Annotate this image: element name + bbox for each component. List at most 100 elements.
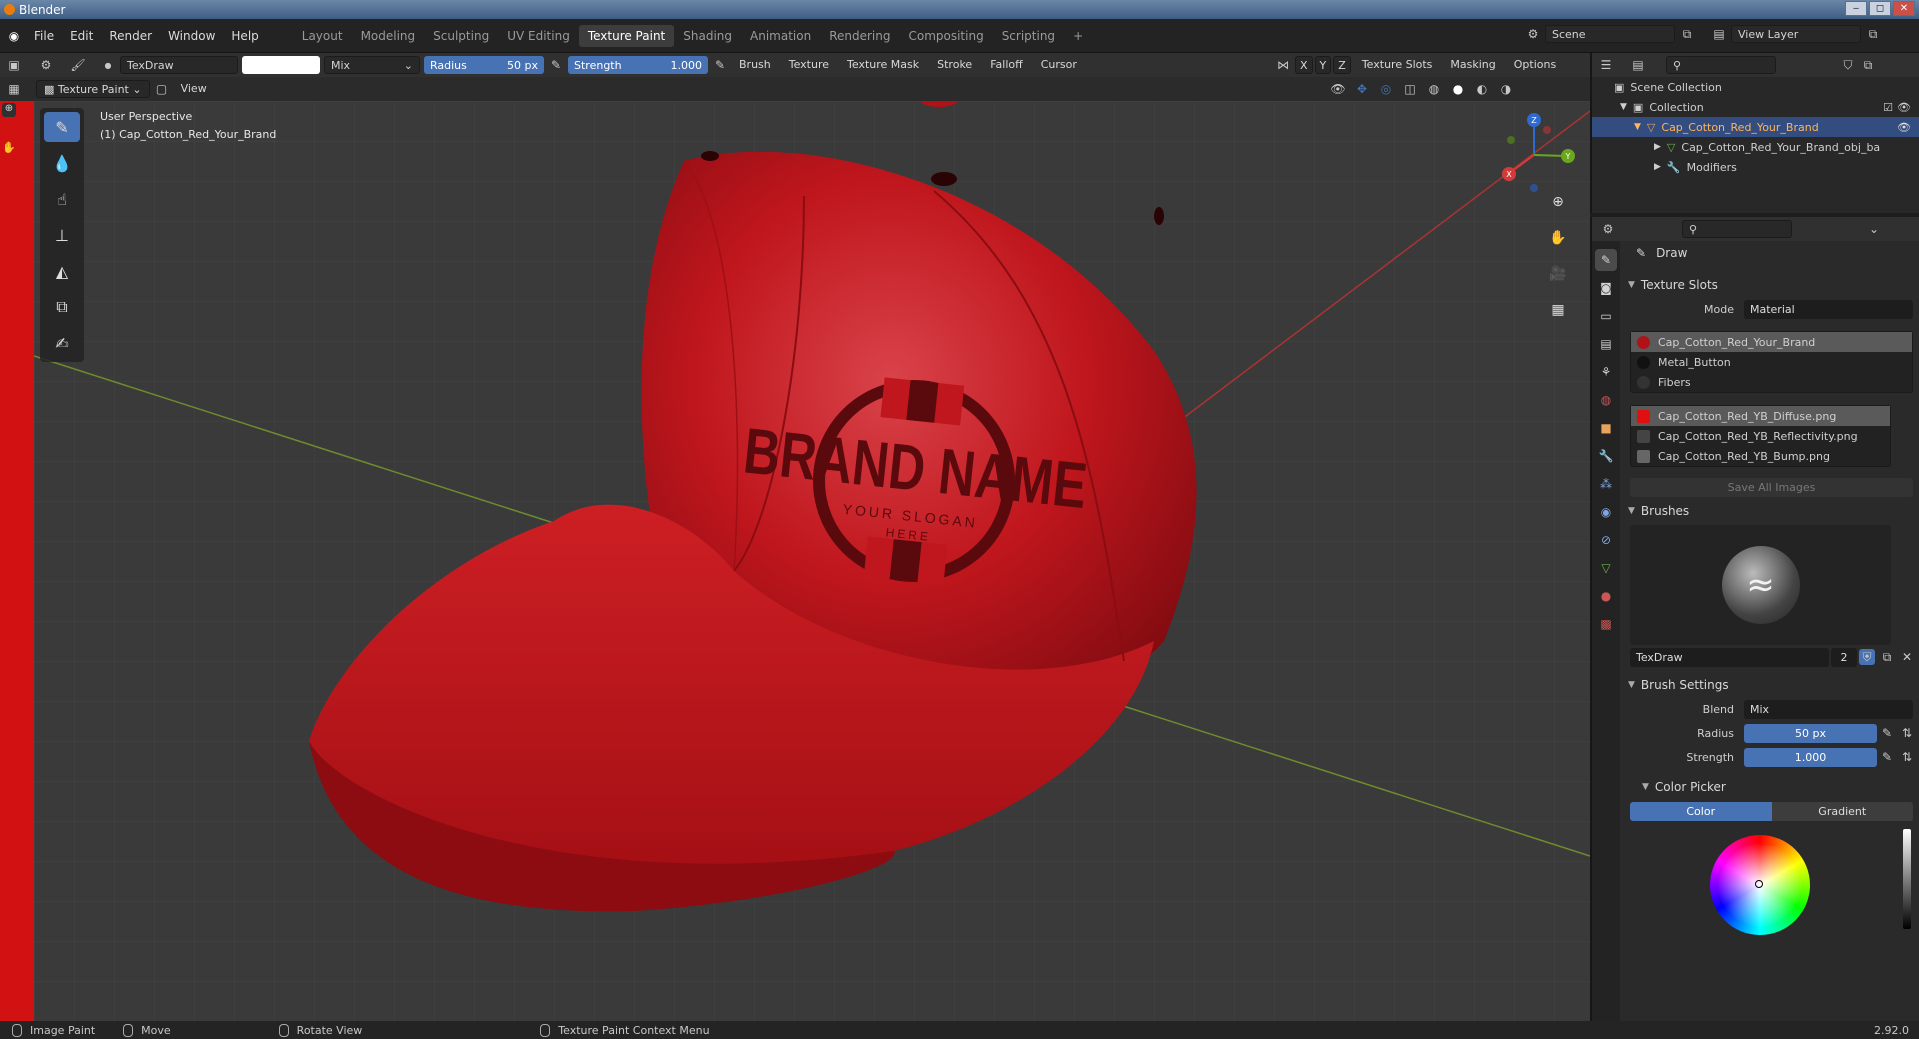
outliner-search-input[interactable]: ⚲ <box>1666 56 1776 74</box>
radius-slider[interactable]: Radius 50 px <box>424 56 544 74</box>
editor-type-icon[interactable]: ⚙ <box>1600 221 1616 237</box>
tab-texture[interactable]: ▩ <box>1595 613 1617 635</box>
menu-help[interactable]: Help <box>223 25 266 47</box>
brush-icon[interactable]: 🖌 <box>70 57 86 73</box>
hand-icon[interactable]: ✋ <box>2 141 16 155</box>
wireframe-shading-icon[interactable]: ◍ <box>1426 81 1442 97</box>
mask-tool-button[interactable]: ⧉ <box>44 292 80 322</box>
outliner-object-row[interactable]: ▼ ▽ Cap_Cotton_Red_Your_Brand 👁 <box>1592 117 1919 137</box>
brush-color-swatch[interactable] <box>242 56 320 74</box>
rendered-shading-icon[interactable]: ◑ <box>1498 81 1514 97</box>
filter-icon[interactable]: ⛉ <box>1840 57 1856 73</box>
brush-name-field[interactable]: TexDraw <box>1630 647 1829 667</box>
camera-view-icon[interactable]: 🎥 <box>1546 262 1570 286</box>
radius-pressure-icon[interactable]: ✎ <box>548 57 564 73</box>
tab-object[interactable]: ■ <box>1595 417 1617 439</box>
editor-type-icon[interactable]: ▦ <box>6 81 22 97</box>
color-picker-panel-header[interactable]: ▼ Color Picker <box>1624 775 1919 799</box>
clone-tool-button[interactable]: ⊥ <box>44 220 80 250</box>
zoom-icon[interactable]: ⊕ <box>2 103 16 117</box>
tab-output[interactable]: ▭ <box>1595 305 1617 327</box>
falloff-menu[interactable]: Falloff <box>983 56 1029 74</box>
smear-tool-button[interactable]: ☝ <box>44 184 80 214</box>
color-wheel-cursor[interactable] <box>1755 880 1763 888</box>
tab-world[interactable]: ◍ <box>1595 389 1617 411</box>
tab-material[interactable]: ● <box>1595 585 1617 607</box>
pan-view-icon[interactable]: ✋ <box>1546 226 1570 250</box>
navigation-gizmo[interactable]: Z Y X <box>1489 110 1579 200</box>
brush-preview[interactable]: ≈ <box>1630 525 1891 645</box>
mode-dropdown[interactable]: Material <box>1744 299 1913 319</box>
outliner-collection[interactable]: ▼ ▣ Collection ☑ 👁 <box>1592 97 1919 117</box>
duplicate-icon[interactable]: ⧉ <box>1879 649 1895 665</box>
texture-slots-panel-header[interactable]: ▼ Texture Slots <box>1624 273 1919 297</box>
value-slider[interactable] <box>1903 829 1911 929</box>
tab-modeling[interactable]: Modeling <box>352 25 425 47</box>
tab-render[interactable]: ◙ <box>1595 277 1617 299</box>
cursor-menu[interactable]: Cursor <box>1034 56 1084 74</box>
mirror-z-toggle[interactable]: Z <box>1333 56 1351 74</box>
texture-mask-menu[interactable]: Texture Mask <box>840 56 926 74</box>
blender-menu-icon[interactable]: ◉ <box>6 28 22 44</box>
options-menu[interactable]: Options <box>1507 56 1563 74</box>
brush-settings-panel-header[interactable]: ▼ Brush Settings <box>1624 673 1919 697</box>
view-menu[interactable]: View <box>174 80 214 98</box>
strength-slider[interactable]: 1.000 <box>1744 747 1877 767</box>
tab-scripting[interactable]: Scripting <box>993 25 1064 47</box>
texture-menu[interactable]: Texture <box>782 56 836 74</box>
add-workspace-button[interactable]: + <box>1064 25 1092 47</box>
tab-shading[interactable]: Shading <box>674 25 741 47</box>
brushes-panel-header[interactable]: ▼ Brushes <box>1624 499 1919 523</box>
unified-strength-icon[interactable]: ⇅ <box>1899 749 1915 765</box>
brush-name-field[interactable]: TexDraw <box>120 56 238 74</box>
tab-scene[interactable]: ⚘ <box>1595 361 1617 383</box>
xray-toggle-icon[interactable]: ◫ <box>1402 81 1418 97</box>
menu-edit[interactable]: Edit <box>62 25 101 47</box>
fill-tool-button[interactable]: ◭ <box>44 256 80 286</box>
tab-uv-editing[interactable]: UV Editing <box>498 25 579 47</box>
paint-mask-icon[interactable]: ▢ <box>154 81 170 97</box>
save-all-images-button[interactable]: Save All Images <box>1630 477 1913 497</box>
solid-shading-icon[interactable]: ● <box>1450 81 1466 97</box>
stroke-menu[interactable]: Stroke <box>930 56 979 74</box>
ortho-toggle-icon[interactable]: ▦ <box>1546 298 1570 322</box>
brush-users-count[interactable]: 2 <box>1831 647 1857 667</box>
eye-icon[interactable]: 👁 <box>1897 121 1911 134</box>
maximize-button[interactable]: ◻ <box>1869 1 1891 16</box>
material-shading-icon[interactable]: ◐ <box>1474 81 1490 97</box>
soften-tool-button[interactable]: 💧 <box>44 148 80 178</box>
strength-slider[interactable]: Strength 1.000 <box>568 56 708 74</box>
annotate-tool-button[interactable]: ✍ <box>44 328 80 358</box>
tab-compositing[interactable]: Compositing <box>899 25 992 47</box>
tab-texture-paint[interactable]: Texture Paint <box>578 24 675 47</box>
draw-tool-button[interactable]: ✎ <box>44 112 80 142</box>
properties-search-input[interactable]: ⚲ <box>1682 220 1792 238</box>
texture-slots-menu[interactable]: Texture Slots <box>1355 56 1440 74</box>
new-scene-icon[interactable]: ⧉ <box>1679 26 1695 42</box>
new-view-layer-icon[interactable]: ⧉ <box>1865 26 1881 42</box>
unlink-icon[interactable]: ✕ <box>1899 649 1915 665</box>
radius-slider[interactable]: 50 px <box>1744 723 1877 743</box>
tab-data[interactable]: ▽ <box>1595 557 1617 579</box>
image-slot-item[interactable]: Cap_Cotton_Red_YB_Reflectivity.png <box>1631 426 1890 446</box>
color-wheel[interactable] <box>1710 835 1810 935</box>
tab-constraints[interactable]: ⊘ <box>1595 529 1617 551</box>
brush-menu[interactable]: Brush <box>732 56 778 74</box>
display-mode-icon[interactable]: ▤ <box>1630 57 1646 73</box>
image-slot-item[interactable]: Cap_Cotton_Red_YB_Diffuse.png <box>1631 406 1890 426</box>
tool-settings-icon[interactable]: ⚙ <box>38 57 54 73</box>
tab-physics[interactable]: ◉ <box>1595 501 1617 523</box>
tab-rendering[interactable]: Rendering <box>820 25 899 47</box>
tab-view-layer[interactable]: ▤ <box>1595 333 1617 355</box>
chevron-down-icon[interactable]: ⌄ <box>1866 221 1882 237</box>
minimize-button[interactable]: ‒ <box>1845 1 1867 16</box>
mirror-x-toggle[interactable]: X <box>1295 56 1313 74</box>
outliner-scene-collection[interactable]: ▣ Scene Collection <box>1592 77 1919 97</box>
tab-animation[interactable]: Animation <box>741 25 820 47</box>
checkbox-icon[interactable]: ☑ <box>1883 101 1893 114</box>
tab-sculpting[interactable]: Sculpting <box>424 25 498 47</box>
view-layer-selector[interactable]: View Layer <box>1731 25 1861 43</box>
mode-dropdown[interactable]: ▩ Texture Paint ⌄ <box>36 80 150 98</box>
overlay-toggle-icon[interactable]: ◎ <box>1378 81 1394 97</box>
close-button[interactable]: ✕ <box>1893 1 1915 16</box>
